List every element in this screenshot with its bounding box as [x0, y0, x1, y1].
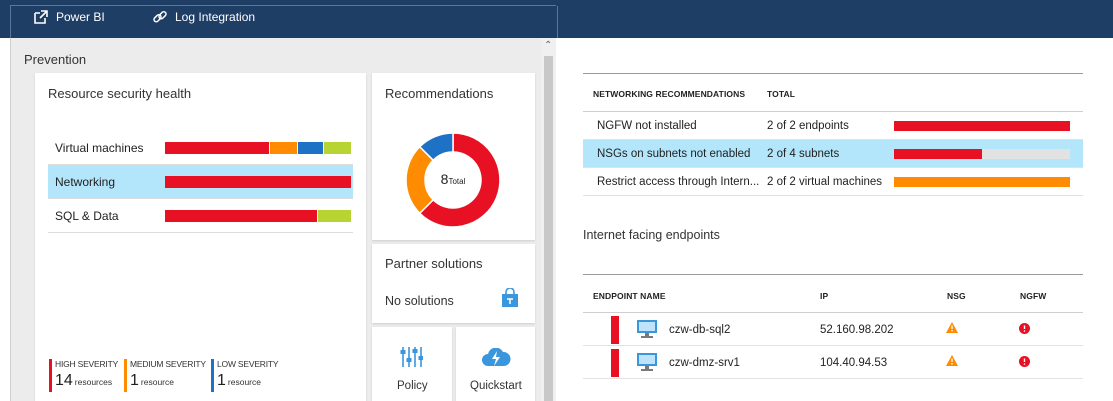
endpoint-row-dmz-srv1[interactable]: czw-dmz-srv1 104.40.94.53: [583, 346, 1083, 379]
donut-total: 8Total: [433, 171, 473, 187]
external-link-icon: [33, 9, 49, 25]
legend-color-bar: [211, 359, 214, 392]
net-row-restrict-access[interactable]: Restrict access through Intern... 2 of 2…: [583, 168, 1083, 196]
scroll-up-arrow-icon[interactable]: ⌃: [544, 40, 552, 51]
error-icon: [1019, 356, 1030, 370]
networking-top-rule: [583, 73, 1083, 74]
blade-divider: [557, 6, 558, 38]
link-icon: [152, 9, 168, 25]
col-nsg: NSG: [947, 291, 966, 301]
quickstart-label: Quickstart: [470, 380, 522, 392]
severity-segment-high: [165, 142, 269, 154]
legend-count-unit: resources: [74, 377, 113, 387]
recommendation-name: Restrict access through Intern...: [597, 176, 760, 188]
power-bi-button[interactable]: Power BI: [33, 9, 105, 25]
severity-segment-healthy: [318, 210, 351, 222]
resource-row-virtual-machines[interactable]: Virtual machines: [48, 131, 353, 165]
col-total: TOTAL: [767, 89, 796, 99]
endpoint-ip: 52.160.98.202: [820, 324, 894, 336]
legend-count: 14 resources: [55, 372, 118, 390]
endpoint-ip: 104.40.94.53: [820, 357, 888, 369]
legend-high-severity: HIGH SEVERITY 14 resources: [49, 359, 119, 392]
cloud-bolt-icon: [481, 347, 511, 371]
severity-segment-high: [165, 210, 317, 222]
policy-label: Policy: [397, 380, 428, 392]
endpoints-title: Internet facing endpoints: [583, 228, 720, 242]
legend-count-unit: resource: [140, 377, 174, 387]
scrollbar-thumb[interactable]: [544, 56, 553, 401]
severity-segment-healthy: [324, 142, 351, 154]
col-endpoint-name: ENDPOINT NAME: [593, 291, 666, 301]
severity-segment-low: [298, 142, 323, 154]
progress-fill: [894, 177, 1070, 187]
severity-bar: [165, 142, 352, 154]
resource-row-label: Networking: [55, 175, 116, 189]
partner-solutions-title: Partner solutions: [385, 256, 483, 271]
legend-label: MEDIUM SEVERITY: [130, 359, 206, 369]
recommendations-title: Recommendations: [385, 86, 494, 101]
warning-icon: [946, 355, 958, 369]
legend-count-number: 1: [130, 372, 139, 389]
severity-indicator: [611, 349, 619, 377]
legend-count-number: 14: [55, 372, 73, 389]
legend-count-unit: resource: [227, 377, 261, 387]
virtual-machine-icon: [636, 319, 658, 342]
resource-row-sql-data[interactable]: SQL & Data: [48, 199, 353, 233]
error-icon: [1019, 323, 1030, 337]
resource-row-networking[interactable]: Networking: [48, 165, 353, 199]
recommendation-progress-bar: [894, 121, 1070, 131]
legend-count: 1 resource: [130, 372, 206, 390]
resource-row-label: SQL & Data: [55, 209, 119, 223]
recommendation-total: 2 of 2 endpoints: [767, 120, 849, 132]
col-networking-recommendations: NETWORKING RECOMMENDATIONS: [593, 89, 746, 99]
legend-color-bar: [124, 359, 127, 392]
legend-label: HIGH SEVERITY: [55, 359, 119, 369]
recommendation-total: 2 of 4 subnets: [767, 148, 840, 160]
warning-icon: [946, 322, 958, 336]
col-ngfw: NGFW: [1020, 291, 1047, 301]
recommendation-total: 2 of 2 virtual machines: [767, 176, 883, 188]
recommendation-progress-bar: [894, 177, 1070, 187]
progress-fill: [894, 121, 1070, 131]
endpoint-name: czw-dmz-srv1: [669, 357, 740, 369]
legend-label: LOW SEVERITY: [217, 359, 279, 369]
power-bi-label: Power BI: [56, 10, 105, 24]
prevention-title: Prevention: [24, 52, 87, 67]
recommendation-name: NSGs on subnets not enabled: [597, 148, 751, 160]
legend-color-bar: [49, 359, 52, 392]
endpoints-top-rule: [583, 274, 1083, 275]
legend-low-severity: LOW SEVERITY 1 resource: [211, 359, 279, 392]
donut-total-label: Total: [448, 177, 466, 186]
log-integration-button[interactable]: Log Integration: [152, 9, 255, 25]
severity-segment-medium: [270, 142, 297, 154]
recommendation-progress-bar: [894, 149, 1070, 159]
virtual-machine-icon: [636, 352, 658, 375]
partner-solutions-status: No solutions: [385, 294, 454, 308]
log-integration-label: Log Integration: [175, 10, 256, 24]
col-ip: IP: [820, 291, 829, 301]
endpoint-row-db-sql2[interactable]: czw-db-sql2 52.160.98.202: [583, 313, 1083, 346]
severity-segment-high: [165, 176, 351, 188]
legend-count-number: 1: [217, 372, 226, 389]
net-row-nsg-subnets[interactable]: NSGs on subnets not enabled 2 of 4 subne…: [583, 140, 1083, 168]
severity-bar: [165, 210, 352, 222]
shopping-bag-icon: [501, 287, 519, 311]
severity-indicator: [611, 316, 619, 344]
top-command-bar: Power BI Log Integration: [0, 0, 1113, 38]
legend-count: 1 resource: [217, 372, 278, 390]
endpoint-name: czw-db-sql2: [669, 324, 731, 336]
net-row-ngfw[interactable]: NGFW not installed 2 of 2 endpoints: [583, 112, 1083, 140]
recommendation-name: NGFW not installed: [597, 120, 697, 132]
policy-sliders-icon: [399, 346, 424, 371]
legend-medium-severity: MEDIUM SEVERITY 1 resource: [124, 359, 206, 392]
progress-fill: [894, 149, 982, 159]
severity-bar: [165, 176, 352, 188]
resource-health-title: Resource security health: [48, 86, 192, 101]
resource-row-label: Virtual machines: [55, 141, 144, 155]
resource-health-tile[interactable]: [35, 73, 366, 401]
